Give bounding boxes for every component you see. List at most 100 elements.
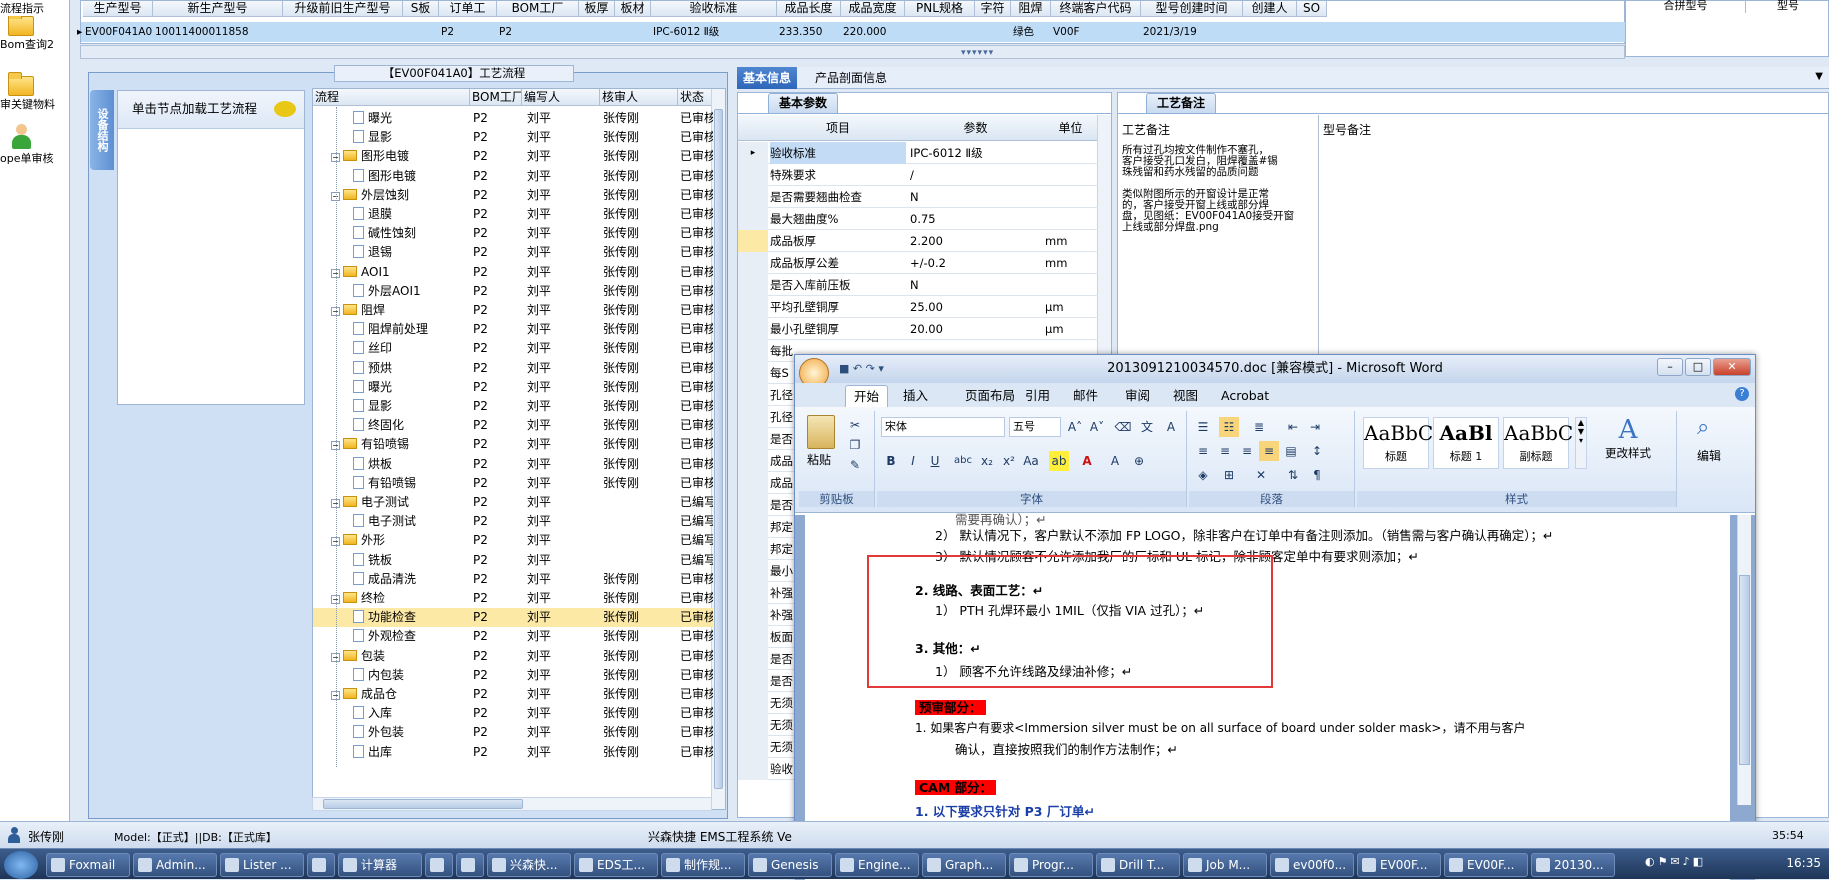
tree-vertical-scrollbar[interactable] [711,89,725,809]
col-header[interactable]: 阻焊 [1011,1,1051,17]
scroll-thumb[interactable] [323,799,523,809]
highlight-icon[interactable]: ab [1049,451,1069,471]
tree-row[interactable]: 丝印 P2 刘平 张传刚 已审核 [313,339,713,358]
col-header-process[interactable]: 流程 [313,89,470,106]
clear-format-icon[interactable]: ⌫ [1113,417,1133,437]
param-row[interactable]: 特殊要求 / [738,164,1098,186]
find-icon[interactable]: ⌕ [1697,415,1709,440]
taskbar-item[interactable]: Job M... [1183,853,1267,877]
document-scrollbar[interactable] [1737,515,1751,805]
clock[interactable]: 16:35 [1786,856,1821,870]
param-row[interactable]: 最小孔壁铜厚 20.00 μm [738,318,1098,340]
col-header[interactable]: 新生产型号 [153,1,283,17]
tree-row[interactable]: − 包装 P2 刘平 张传刚 已审核 [313,647,713,666]
col-header-item[interactable]: 项目 [768,119,908,136]
tree-row[interactable]: 显影 P2 刘平 张传刚 已审核 [313,397,713,416]
word-title-bar[interactable]: ■ ↶ ↷ ▾ 2013091210034570.doc [兼容模式] - Mi… [795,355,1755,388]
tree-horizontal-scrollbar[interactable] [312,797,712,811]
col-header-writer[interactable]: 编写人 [522,89,600,106]
tree-row[interactable]: 铣板 P2 刘平 已编写 [313,551,713,570]
taskbar-item[interactable]: Graph... [922,853,1006,877]
tree-row[interactable]: 电子测试 P2 刘平 已编写 [313,512,713,531]
shading-icon[interactable]: ◈ [1193,465,1213,485]
taskbar-item[interactable]: 兴森快... [487,853,571,877]
tree-row[interactable]: − AOI1 P2 刘平 张传刚 已审核 [313,263,713,282]
col-header[interactable]: 成品长度 [777,1,841,17]
chinese-layout-icon[interactable]: ✕ [1251,465,1271,485]
multilevel-list-icon[interactable]: ≣ [1249,417,1269,437]
taskbar-item[interactable]: Foxmail [46,853,130,877]
col-header[interactable]: 创建人 [1243,1,1297,17]
superscript-icon[interactable]: x² [999,451,1019,471]
minimize-button[interactable]: – [1657,358,1683,376]
edit-button[interactable]: 编辑 [1697,447,1721,464]
col-header-reviewer[interactable]: 核审人 [600,89,678,106]
col-header[interactable]: 订单工 [439,1,497,17]
param-row[interactable]: 是否入库前压板 N [738,274,1098,296]
taskbar-item[interactable]: Admin... [133,853,217,877]
param-row[interactable]: 平均孔壁铜厚 25.00 μm [738,296,1098,318]
col-header[interactable]: 成品宽度 [841,1,905,17]
ribbon-tab[interactable]: 邮件 [1065,385,1106,407]
tree-row[interactable]: 外层AOI1 P2 刘平 张传刚 已审核 [313,282,713,301]
param-row[interactable]: ▸ 验收标准 IPC-6012 Ⅱ级 [738,142,1098,164]
maximize-button[interactable]: □ [1685,358,1711,376]
chevron-down-icon[interactable]: ▼ [1815,71,1823,82]
style-heading-1[interactable]: AaBl 标题 1 [1433,417,1499,469]
tree-row[interactable]: 成品清洗 P2 刘平 张传刚 已审核 [313,570,713,589]
quick-access-toolbar[interactable]: ■ ↶ ↷ ▾ [839,355,884,383]
nav-item-ope-review[interactable]: ope单审核 [0,124,70,166]
bold-icon[interactable]: B [881,451,901,471]
tree-row[interactable]: − 电子测试 P2 刘平 已编写 [313,493,713,512]
tree-row[interactable]: 内包装 P2 刘平 张传刚 已审核 [313,666,713,685]
scroll-thumb[interactable] [1739,575,1750,765]
tree-row[interactable]: − 图形电镀 P2 刘平 张传刚 已审核 [313,147,713,166]
strikethrough-icon[interactable]: abc [953,451,973,471]
tree-row[interactable]: 曝光 P2 刘平 张传刚 已审核 [313,378,713,397]
char-border-icon[interactable]: A [1161,417,1181,437]
col-header[interactable]: 板材 [615,1,651,17]
tree-row[interactable]: 碱性蚀刻 P2 刘平 张传刚 已审核 [313,224,713,243]
format-painter-icon[interactable]: ✎ [845,455,865,475]
col-header[interactable]: 字符 [975,1,1011,17]
align-center-icon[interactable]: ≡ [1215,441,1235,461]
col-header-value[interactable]: 参数 [908,119,1043,136]
tree-row[interactable]: − 终检 P2 刘平 张传刚 已审核 [313,589,713,608]
tree-row[interactable]: 烘板 P2 刘平 张传刚 已审核 [313,455,713,474]
tree-row[interactable]: 终固化 P2 刘平 张传刚 已审核 [313,416,713,435]
tree-row[interactable]: 外包装 P2 刘平 张传刚 已审核 [313,723,713,742]
cut-icon[interactable]: ✂ [845,415,865,435]
taskbar-item[interactable]: 20130... [1531,853,1615,877]
taskbar-item[interactable]: EV00F... [1357,853,1441,877]
tree-row[interactable]: 阻焊前处理 P2 刘平 张传刚 已审核 [313,320,713,339]
section-title-basic-params[interactable]: 基本参数 [768,93,839,113]
tree-row[interactable]: 曝光 P2 刘平 张传刚 已审核 [313,109,713,128]
tree-row[interactable]: − 外形 P2 刘平 已编写 [313,531,713,550]
copy-icon[interactable]: ❐ [845,435,865,455]
grow-font-icon[interactable]: A˄ [1065,417,1085,437]
borders-icon[interactable]: ⊞ [1219,465,1239,485]
taskbar-item[interactable]: EV00F... [1444,853,1528,877]
taskbar-item[interactable] [307,853,335,877]
col-header[interactable]: PNL规格 [905,1,975,17]
distributed-icon[interactable]: ▤ [1281,441,1301,461]
start-button[interactable] [4,851,38,879]
param-row[interactable]: 最大翘曲度% 0.75 [738,208,1098,230]
tree-row[interactable]: − 阻焊 P2 刘平 张传刚 已审核 [313,301,713,320]
ribbon-tab[interactable]: 视图 [1165,385,1206,407]
italic-icon[interactable]: I [903,451,923,471]
paste-button[interactable]: 粘贴 [807,451,831,468]
col-header-bom[interactable]: BOM工厂 [470,89,522,106]
splitter[interactable]: ▾▾▾▾▾▾ [80,45,1625,59]
styles-gallery-scroll[interactable]: ▲ ▼ ▾ [1575,417,1587,469]
font-name-select[interactable]: 宋体 [881,417,1005,437]
ribbon-tab[interactable]: Acrobat [1213,385,1277,407]
tree-row[interactable]: 出库 P2 刘平 张传刚 已审核 [313,743,713,762]
tab-profile-info[interactable]: 产品剖面信息 [809,67,893,89]
sort-icon[interactable]: ⇅ [1283,465,1303,485]
tree-row[interactable]: 功能检查 P2 刘平 张传刚 已审核 [313,608,713,628]
ribbon-tab[interactable]: 审阅 [1117,385,1158,407]
ribbon-tab[interactable]: 插入 [895,385,936,407]
scroll-thumb[interactable] [714,109,723,789]
taskbar-item[interactable]: Lister ... [220,853,304,877]
